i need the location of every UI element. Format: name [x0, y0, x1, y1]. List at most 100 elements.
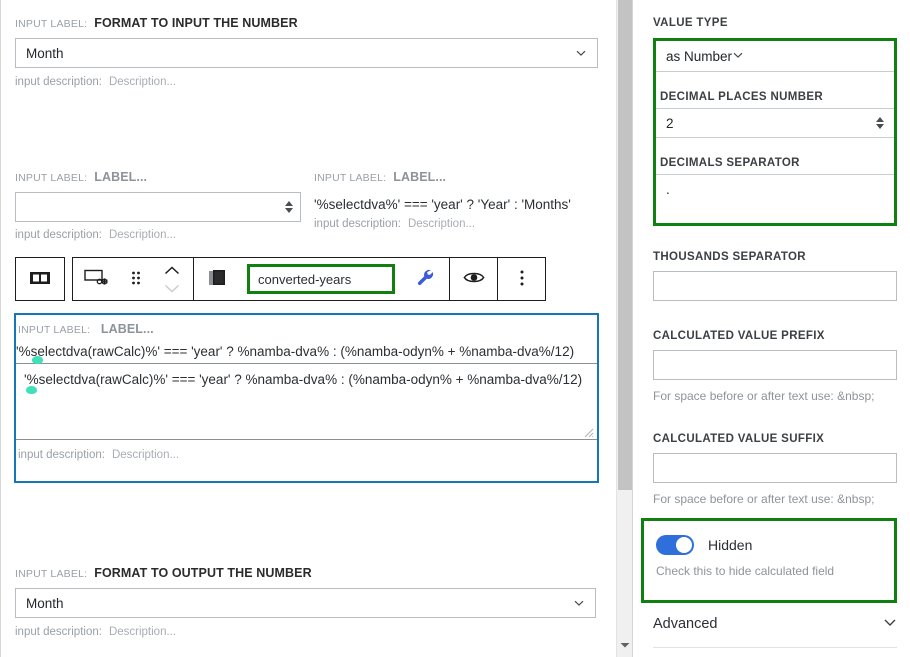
- description-prefix: input description:: [15, 76, 102, 88]
- toolbar-group-layout: [15, 257, 65, 301]
- format-to-input-field: INPUT LABEL: FORMAT TO INPUT THE NUMBER …: [15, 16, 598, 88]
- form-builder-canvas: INPUT LABEL: FORMAT TO INPUT THE NUMBER …: [0, 0, 617, 657]
- prefix-help-text: For space before or after text use: &nbs…: [653, 389, 875, 403]
- format-to-input-label-row: INPUT LABEL: FORMAT TO INPUT THE NUMBER: [15, 16, 598, 30]
- scrollbar-down-arrow[interactable]: [617, 637, 633, 653]
- drag-handle-button[interactable]: [121, 258, 151, 300]
- panel-scrollbar[interactable]: [617, 0, 633, 657]
- label-prefix: INPUT LABEL:: [15, 568, 88, 580]
- calc-formula-line[interactable]: '%selectdva(rawCalc)%' === 'year' ? %nam…: [16, 338, 597, 364]
- calc-label-row: INPUT LABEL: LABEL...: [16, 315, 597, 338]
- field-name-value: converted-years: [258, 271, 352, 287]
- text-cursor-handle[interactable]: [32, 356, 43, 364]
- text-cursor-handle[interactable]: [26, 386, 37, 394]
- value-type-group-highlight: as Number DECIMAL PLACES NUMBER 2 DECIMA…: [653, 38, 897, 226]
- more-options-button[interactable]: [497, 258, 545, 300]
- calc-formula-value: '%selectdva(rawCalc)%' === 'year' ? %nam…: [16, 344, 575, 359]
- suffix-help-text: For space before or after text use: &nbs…: [653, 492, 875, 506]
- hidden-toggle-highlight: Hidden Check this to hide calculated fie…: [641, 518, 897, 603]
- move-updown-buttons[interactable]: [151, 258, 193, 300]
- description-prefix: input description:: [15, 626, 102, 638]
- label-text: LABEL...: [393, 170, 447, 184]
- two-column-layout-icon: [29, 270, 51, 289]
- eye-icon: [462, 270, 485, 288]
- prefix-input[interactable]: [653, 350, 897, 380]
- spinner-arrows-icon[interactable]: [875, 116, 885, 130]
- description-prefix: input description:: [15, 229, 102, 241]
- format-to-input-select[interactable]: Month: [15, 38, 598, 68]
- decimals-separator-value: .: [666, 182, 670, 197]
- decimals-separator-input[interactable]: .: [656, 174, 894, 204]
- scrollbar-thumb[interactable]: [618, 0, 632, 490]
- decimal-places-input[interactable]: 2: [656, 108, 894, 138]
- app-root: INPUT LABEL: FORMAT TO INPUT THE NUMBER …: [0, 0, 910, 657]
- suffix-input[interactable]: [653, 453, 897, 483]
- expression-display-field: INPUT LABEL: LABEL... '%selectdva%' === …: [314, 170, 604, 230]
- calculated-field-editor[interactable]: INPUT LABEL: LABEL... '%selectdva(rawCal…: [14, 313, 599, 483]
- field-name-cell: converted-years: [241, 258, 401, 300]
- label-prefix: INPUT LABEL:: [15, 18, 88, 30]
- label-prefix: INPUT LABEL:: [18, 324, 91, 336]
- wrench-icon: [416, 268, 435, 290]
- format-to-input-description: input description: Description...: [15, 76, 598, 88]
- more-vertical-icon: [519, 269, 525, 290]
- chevron-up-icon[interactable]: [164, 263, 180, 278]
- description-value: Description...: [108, 626, 177, 638]
- chevron-down-icon: [575, 47, 587, 59]
- description-value: Description...: [111, 449, 180, 461]
- drag-handle-icon: [131, 270, 141, 289]
- field-config-button[interactable]: [401, 258, 449, 300]
- field-settings-button[interactable]: [73, 258, 121, 300]
- label-text: FORMAT TO INPUT THE NUMBER: [94, 16, 298, 30]
- decimals-separator-label-wrap: DECIMALS SEPARATOR: [656, 138, 894, 174]
- suffix-label: CALCULATED VALUE SUFFIX: [653, 433, 825, 445]
- format-to-input-select-value: Month: [26, 45, 64, 61]
- number-input-description: input description: Description...: [15, 229, 301, 241]
- description-value: Description...: [108, 76, 177, 88]
- preview-visibility-button[interactable]: [449, 258, 497, 300]
- field-name-input[interactable]: converted-years: [247, 264, 395, 294]
- duplicate-icon: [208, 269, 228, 290]
- label-prefix: INPUT LABEL:: [15, 172, 88, 184]
- calculated-value-suffix-field: CALCULATED VALUE SUFFIX For space before…: [653, 433, 897, 506]
- description-prefix: input description:: [18, 449, 105, 461]
- number-spinner-input[interactable]: [15, 192, 301, 222]
- resize-handle-icon[interactable]: [584, 426, 595, 438]
- description-value: Description...: [108, 229, 177, 241]
- value-type-select[interactable]: as Number: [656, 41, 894, 72]
- decimal-places-label-wrap: DECIMAL PLACES NUMBER: [656, 72, 894, 108]
- thousands-separator-label: THOUSANDS SEPARATOR: [653, 251, 806, 263]
- expression-label-row: INPUT LABEL: LABEL...: [314, 170, 604, 184]
- decimals-separator-label: DECIMALS SEPARATOR: [660, 157, 800, 169]
- thousands-separator-input[interactable]: [653, 271, 897, 301]
- chevron-down-icon: [883, 615, 897, 633]
- format-to-output-label-row: INPUT LABEL: FORMAT TO OUTPUT THE NUMBER: [15, 566, 596, 580]
- number-input-label-row: INPUT LABEL: LABEL...: [15, 170, 301, 184]
- calc-textarea-value: '%selectdva(rawCalc)%' === 'year' ? %nam…: [24, 372, 583, 387]
- link-settings-icon: [84, 269, 110, 290]
- hidden-toggle-switch[interactable]: [656, 535, 694, 555]
- spinner-arrows-icon[interactable]: [284, 200, 294, 214]
- toolbar-group-actions: converted-years: [72, 257, 546, 301]
- advanced-label: Advanced: [653, 616, 718, 632]
- decimal-places-label: DECIMAL PLACES NUMBER: [660, 91, 824, 103]
- advanced-header[interactable]: Advanced: [653, 615, 897, 648]
- expression-description: input description: Description...: [314, 218, 604, 230]
- calc-description: input description: Description...: [16, 440, 597, 461]
- chevron-down-icon[interactable]: [164, 281, 180, 296]
- label-text: FORMAT TO OUTPUT THE NUMBER: [94, 566, 312, 580]
- duplicate-button[interactable]: [193, 258, 241, 300]
- chevron-down-icon: [573, 597, 585, 609]
- toggle-knob: [676, 537, 692, 553]
- calc-formula-textarea[interactable]: '%selectdva(rawCalc)%' === 'year' ? %nam…: [16, 364, 597, 440]
- hidden-toggle-label: Hidden: [708, 537, 753, 553]
- format-to-output-select-value: Month: [26, 595, 64, 611]
- two-column-layout-button[interactable]: [16, 258, 64, 300]
- description-prefix: input description:: [314, 218, 401, 230]
- thousands-separator-field: THOUSANDS SEPARATOR: [653, 251, 897, 301]
- hidden-toggle-row[interactable]: Hidden: [644, 521, 894, 555]
- advanced-section[interactable]: Advanced: [653, 615, 897, 648]
- format-to-output-select[interactable]: Month: [15, 588, 596, 618]
- description-value: Description...: [407, 218, 476, 230]
- expression-value: '%selectdva%' === 'year' ? 'Year' : 'Mon…: [314, 197, 571, 212]
